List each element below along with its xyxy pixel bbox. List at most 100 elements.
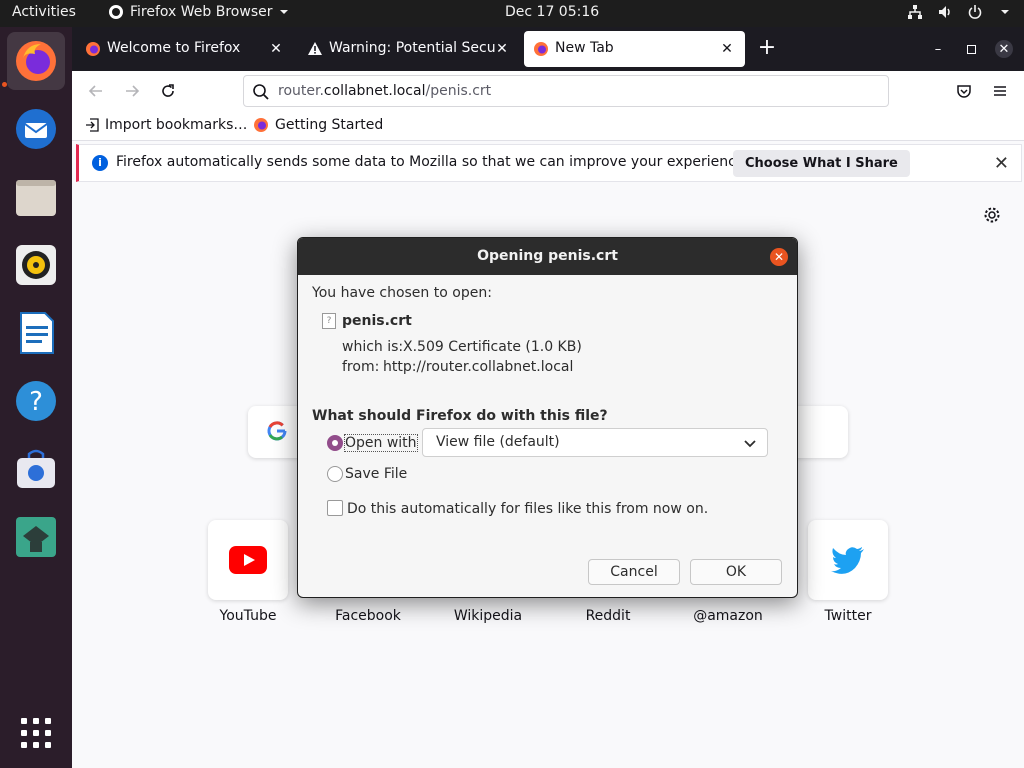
activities-button[interactable]: Activities: [12, 4, 76, 20]
volume-icon[interactable]: [936, 3, 954, 21]
dock-app[interactable]: [7, 508, 65, 566]
top-site-label: Reddit: [585, 608, 631, 624]
chevron-down-icon[interactable]: [996, 3, 1014, 21]
notification-message: Firefox automatically sends some data to…: [116, 154, 749, 170]
bookmark-label: Getting Started: [275, 117, 384, 133]
help-icon: ?: [16, 381, 56, 421]
top-bar: Activities Firefox Web Browser Dec 17 05…: [0, 0, 1024, 27]
hamburger-menu-icon: [994, 86, 1006, 96]
top-site-label: Twitter: [824, 608, 872, 624]
dock: ?: [0, 27, 72, 768]
tab-title: Warning: Potential Securi: [329, 40, 495, 56]
tab-welcome[interactable]: Welcome to Firefox ✕: [76, 31, 294, 67]
dock-libreoffice-writer[interactable]: [7, 304, 65, 362]
bookmark-import[interactable]: Import bookmarks…: [85, 117, 247, 133]
dock-show-apps[interactable]: [7, 704, 65, 762]
bookmark-label: Import bookmarks…: [105, 117, 248, 133]
close-icon[interactable]: ✕: [770, 248, 788, 266]
back-arrow-icon: [88, 85, 102, 97]
thunderbird-icon: [16, 109, 56, 149]
search-icon: [253, 84, 269, 100]
tab-warning[interactable]: Warning: Potential Securi ✕: [298, 31, 520, 67]
google-icon: [267, 421, 287, 441]
file-name: penis.crt: [342, 313, 412, 329]
open-with-label[interactable]: Open with: [344, 434, 418, 452]
files-icon: [16, 180, 56, 216]
close-tab-icon[interactable]: ✕: [492, 39, 512, 59]
forward-button[interactable]: [122, 81, 142, 101]
opening-file-dialog: Opening penis.crt ✕ You have chosen to o…: [297, 237, 798, 598]
firefox-icon: [86, 42, 100, 56]
dock-rhythmbox[interactable]: [7, 236, 65, 294]
svg-text:?: ?: [29, 387, 43, 417]
clock[interactable]: Dec 17 05:16: [505, 4, 599, 20]
pocket-button[interactable]: [954, 81, 974, 101]
close-tab-icon[interactable]: ✕: [717, 39, 737, 59]
auto-action-checkbox[interactable]: [327, 500, 343, 516]
auto-action-label[interactable]: Do this automatically for files like thi…: [347, 501, 708, 517]
window-close-button[interactable]: ✕: [995, 40, 1013, 58]
bookmarks-toolbar: Import bookmarks… Getting Started: [72, 111, 1024, 141]
rhythmbox-icon: [16, 245, 56, 285]
data-notification-bar: i Firefox automatically sends some data …: [76, 144, 1022, 182]
dock-files[interactable]: [7, 168, 65, 226]
warning-icon: [308, 42, 322, 55]
power-icon[interactable]: [966, 3, 984, 21]
which-is-label: which is:: [342, 339, 404, 355]
action-question: What should Firefox do with this file?: [312, 408, 608, 424]
open-with-radio[interactable]: [327, 435, 343, 451]
network-icon[interactable]: [906, 3, 924, 21]
app-tile-icon: [16, 517, 56, 557]
file-type: X.509 Certificate (1.0 KB): [403, 339, 582, 355]
import-icon: [86, 118, 99, 132]
top-site-twitter[interactable]: Twitter: [788, 520, 908, 624]
save-file-radio[interactable]: [327, 466, 343, 482]
save-file-label[interactable]: Save File: [345, 466, 407, 482]
close-tab-icon[interactable]: ✕: [266, 39, 286, 59]
open-with-value: View file (default): [436, 434, 560, 450]
tab-new-tab[interactable]: New Tab ✕: [524, 31, 745, 67]
bookmark-getting-started[interactable]: Getting Started: [253, 117, 383, 133]
chevron-down-icon: [744, 440, 756, 448]
url-text: router.collabnet.local/penis.crt: [278, 83, 491, 99]
open-with-select[interactable]: View file (default): [422, 428, 768, 457]
url-path: /penis.crt: [425, 83, 492, 99]
twitter-icon: [831, 547, 864, 574]
chevron-down-icon: [279, 10, 288, 14]
from-label: from:: [342, 359, 380, 375]
writer-icon: [20, 312, 54, 354]
dock-help[interactable]: ?: [7, 372, 65, 430]
chosen-label: You have chosen to open:: [312, 285, 492, 301]
pocket-icon: [957, 85, 971, 98]
dock-thunderbird[interactable]: [7, 100, 65, 158]
forward-arrow-icon: [126, 85, 140, 97]
firefox-icon: [534, 42, 548, 56]
dock-software[interactable]: [7, 440, 65, 498]
tab-title: Welcome to Firefox: [107, 40, 241, 56]
app-menu[interactable]: Firefox Web Browser: [108, 4, 289, 20]
close-icon[interactable]: ✕: [994, 153, 1009, 174]
new-tab-button[interactable]: +: [755, 37, 779, 61]
ok-button[interactable]: OK: [690, 559, 782, 585]
menu-button[interactable]: [990, 81, 1010, 101]
top-site-label: YouTube: [219, 608, 277, 624]
top-site-youtube[interactable]: YouTube: [188, 520, 308, 624]
top-site-label: Facebook: [335, 608, 401, 624]
choose-what-i-share-button[interactable]: Choose What I Share: [733, 150, 910, 177]
maximize-button[interactable]: [962, 40, 980, 58]
firefox-icon: [254, 118, 268, 132]
tab-title: New Tab: [555, 40, 614, 56]
software-center-icon: [17, 449, 55, 488]
url-domain: collabnet.local: [323, 83, 426, 99]
dock-firefox[interactable]: [7, 32, 65, 90]
dialog-title: Opening penis.crt: [298, 238, 797, 275]
minimize-button[interactable]: –: [929, 40, 947, 58]
cancel-button[interactable]: Cancel: [588, 559, 680, 585]
gear-icon[interactable]: [983, 206, 1001, 224]
reload-button[interactable]: [158, 81, 178, 101]
url-bar[interactable]: router.collabnet.local/penis.crt: [243, 75, 889, 107]
firefox-icon: [16, 41, 56, 81]
back-button[interactable]: [86, 81, 106, 101]
reload-icon: [162, 84, 174, 97]
system-tray[interactable]: [906, 3, 1014, 21]
